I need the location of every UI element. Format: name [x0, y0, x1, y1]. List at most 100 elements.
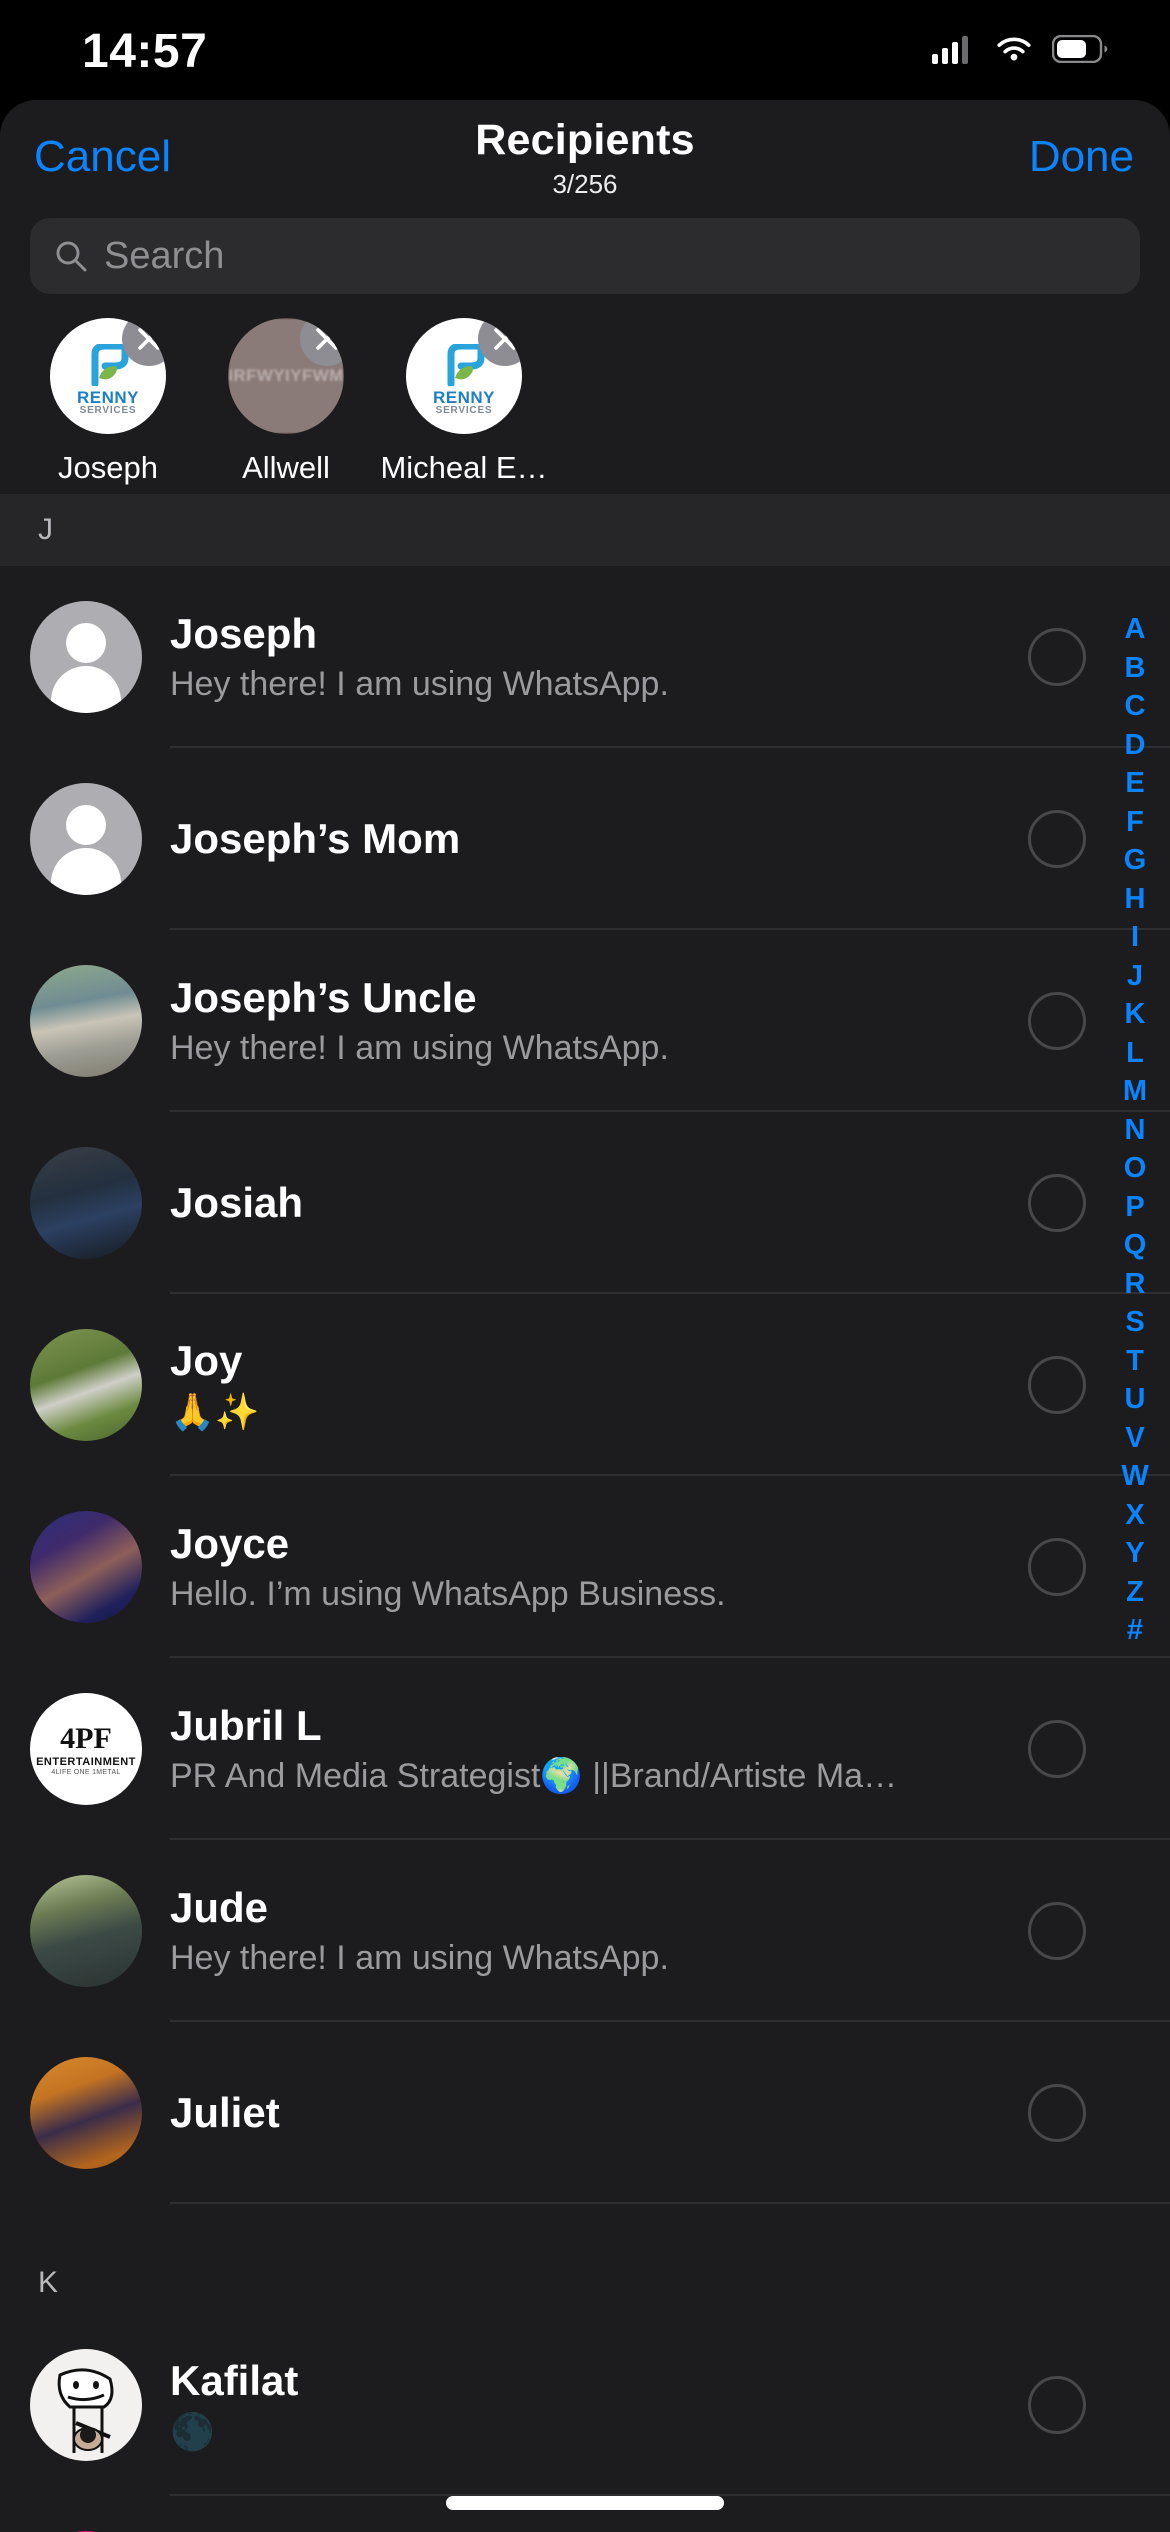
avatar	[30, 783, 142, 895]
alphabet-index-letter-s[interactable]: S	[1112, 1303, 1158, 1342]
navbar-title-group: Recipients 3/256	[0, 116, 1170, 200]
contact-status: Hey there! I am using WhatsApp.	[170, 1938, 669, 1977]
select-checkbox[interactable]	[1028, 1356, 1086, 1414]
contact-row-joyce[interactable]: Joyce Hello. I’m using WhatsApp Business…	[0, 1476, 1170, 1658]
alphabet-index-letter-j[interactable]: J	[1112, 957, 1158, 996]
alphabet-index-letter-e[interactable]: E	[1112, 764, 1158, 803]
contact-row-josephs-uncle[interactable]: Joseph’s Uncle Hey there! I am using Wha…	[0, 930, 1170, 1112]
contact-row-joseph[interactable]: Joseph Hey there! I am using WhatsApp.	[0, 566, 1170, 748]
alphabet-index-letter-x[interactable]: X	[1112, 1496, 1158, 1535]
alphabet-index-letter-z[interactable]: Z	[1112, 1573, 1158, 1612]
contact-row-juliet[interactable]: Juliet	[0, 2022, 1170, 2204]
contact-info: Joyce Hello. I’m using WhatsApp Business…	[170, 1511, 1170, 1623]
select-checkbox[interactable]	[1028, 810, 1086, 868]
alphabet-index-letter-i[interactable]: I	[1112, 918, 1158, 957]
select-checkbox[interactable]	[1028, 1538, 1086, 1596]
contact-row-josephs-mom[interactable]: Joseph’s Mom	[0, 748, 1170, 930]
recipient-count: 3/256	[552, 169, 618, 199]
alphabet-index-letter-n[interactable]: N	[1112, 1111, 1158, 1150]
contact-name: Jude	[170, 1884, 269, 1932]
status-bar-time: 14:57	[82, 25, 208, 78]
alphabet-index-letter-d[interactable]: D	[1112, 726, 1158, 765]
contact-photo	[30, 2057, 142, 2169]
alphabet-index[interactable]: A B C D E F G H I J K L M N O P Q R S T U V W X Y Z #	[1112, 610, 1158, 1650]
contact-name: Juliet	[170, 2088, 280, 2136]
select-checkbox[interactable]	[1028, 628, 1086, 686]
contact-name: Joseph	[170, 610, 318, 658]
alphabet-index-letter-u[interactable]: U	[1112, 1380, 1158, 1419]
alphabet-index-letter-g[interactable]: G	[1112, 841, 1158, 880]
contact-row-josiah[interactable]: Josiah	[0, 1112, 1170, 1294]
select-checkbox[interactable]	[1028, 1902, 1086, 1960]
select-checkbox[interactable]	[1028, 2376, 1086, 2434]
avatar	[30, 1147, 142, 1259]
contact-status: Hey there! I am using WhatsApp.	[170, 1028, 669, 1067]
selected-recipient-name: Allwell	[242, 450, 330, 485]
contact-row-kafilat[interactable]: Kafilat 🌑	[0, 2314, 1170, 2496]
battery-icon	[1052, 35, 1108, 63]
alphabet-index-letter-q[interactable]: Q	[1112, 1226, 1158, 1265]
search-bar[interactable]	[30, 218, 1140, 294]
4pf-logo-line1: ENTERTAINMENT	[36, 1755, 136, 1768]
alphabet-index-letter-c[interactable]: C	[1112, 687, 1158, 726]
avatar: IRFWYIYFWM	[228, 318, 344, 434]
contact-photo	[30, 1147, 142, 1259]
close-icon	[494, 328, 516, 350]
alphabet-index-letter-a[interactable]: A	[1112, 610, 1158, 649]
contact-name: Joseph’s Mom	[170, 814, 461, 862]
contact-name: Josiah	[170, 1178, 304, 1226]
selected-recipient-chip[interactable]: RENNY SERVICES Micheal E…	[380, 318, 548, 494]
alphabet-index-letter-r[interactable]: R	[1112, 1265, 1158, 1304]
iphone-screen: 14:57 Cancel Recipients 3/256 Done Searc…	[0, 0, 1170, 2532]
alphabet-index-letter-t[interactable]: T	[1112, 1342, 1158, 1381]
avatar: 4PF ENTERTAINMENT 4LIFE ONE 1METAL	[30, 1693, 142, 1805]
selected-recipient-chip[interactable]: IRFWYIYFWM Allwell	[216, 318, 356, 494]
alphabet-index-letter-k[interactable]: K	[1112, 995, 1158, 1034]
contact-photo	[30, 1329, 142, 1441]
alphabet-index-letter-f[interactable]: F	[1112, 803, 1158, 842]
home-indicator[interactable]	[446, 2496, 724, 2510]
wifi-icon	[997, 37, 1031, 61]
alphabet-index-letter-y[interactable]: Y	[1112, 1534, 1158, 1573]
selected-recipient-name: Joseph	[58, 450, 158, 485]
close-icon	[138, 328, 160, 350]
4pf-logo-line2: 4LIFE ONE 1METAL	[51, 1769, 121, 1777]
select-checkbox[interactable]	[1028, 1174, 1086, 1232]
contact-row-joy[interactable]: Joy 🙏✨	[0, 1294, 1170, 1476]
done-button[interactable]: Done	[1029, 132, 1134, 182]
alphabet-index-letter-m[interactable]: M	[1112, 1072, 1158, 1111]
select-checkbox[interactable]	[1028, 1720, 1086, 1778]
select-checkbox[interactable]	[1028, 2084, 1086, 2142]
close-icon	[316, 328, 338, 350]
select-checkbox[interactable]	[1028, 992, 1086, 1050]
alphabet-index-letter-l[interactable]: L	[1112, 1034, 1158, 1073]
contact-info: Joseph Hey there! I am using WhatsApp.	[170, 601, 1170, 713]
alphabet-index-letter-b[interactable]: B	[1112, 649, 1158, 688]
contact-name: Joy	[170, 1337, 243, 1385]
alphabet-index-letter-p[interactable]: P	[1112, 1188, 1158, 1227]
alphabet-index-letter-v[interactable]: V	[1112, 1419, 1158, 1458]
alphabet-index-letter-h[interactable]: H	[1112, 880, 1158, 919]
contact-status: Hello. I’m using WhatsApp Business.	[170, 1574, 726, 1613]
contact-row-jude[interactable]: Jude Hey there! I am using WhatsApp.	[0, 1840, 1170, 2022]
contact-list[interactable]: J Joseph Hey there! I am using WhatsApp.…	[0, 494, 1170, 2532]
status-bar-indicators	[932, 34, 1108, 64]
page-title: Recipients	[475, 116, 695, 164]
contact-status: Hey there! I am using WhatsApp.	[170, 664, 669, 703]
contact-info: Jubril L PR And Media Strategist🌍 ||Bran…	[170, 1693, 1170, 1805]
alphabet-index-letter-w[interactable]: W	[1112, 1457, 1158, 1496]
renny-logo-line2: SERVICES	[79, 405, 137, 416]
alphabet-index-letter-o[interactable]: O	[1112, 1149, 1158, 1188]
contact-status: 🌑	[170, 2411, 215, 2453]
contact-name: Joyce	[170, 1520, 290, 1568]
4pf-logo-mark: 4PF	[60, 1722, 112, 1756]
contact-info: Joseph’s Uncle Hey there! I am using Wha…	[170, 965, 1170, 1077]
alphabet-index-letter-hash[interactable]: #	[1112, 1611, 1158, 1650]
selected-recipient-chip[interactable]: RENNY SERVICES Joseph	[38, 318, 178, 494]
search-input[interactable]	[88, 234, 1140, 278]
contact-row-jubril-l[interactable]: 4PF ENTERTAINMENT 4LIFE ONE 1METAL Jubri…	[0, 1658, 1170, 1840]
default-person-avatar-icon	[30, 601, 142, 713]
selected-recipient-name: Micheal E…	[380, 450, 548, 485]
avatar	[30, 601, 142, 713]
4pf-entertainment-logo: 4PF ENTERTAINMENT 4LIFE ONE 1METAL	[30, 1693, 142, 1805]
